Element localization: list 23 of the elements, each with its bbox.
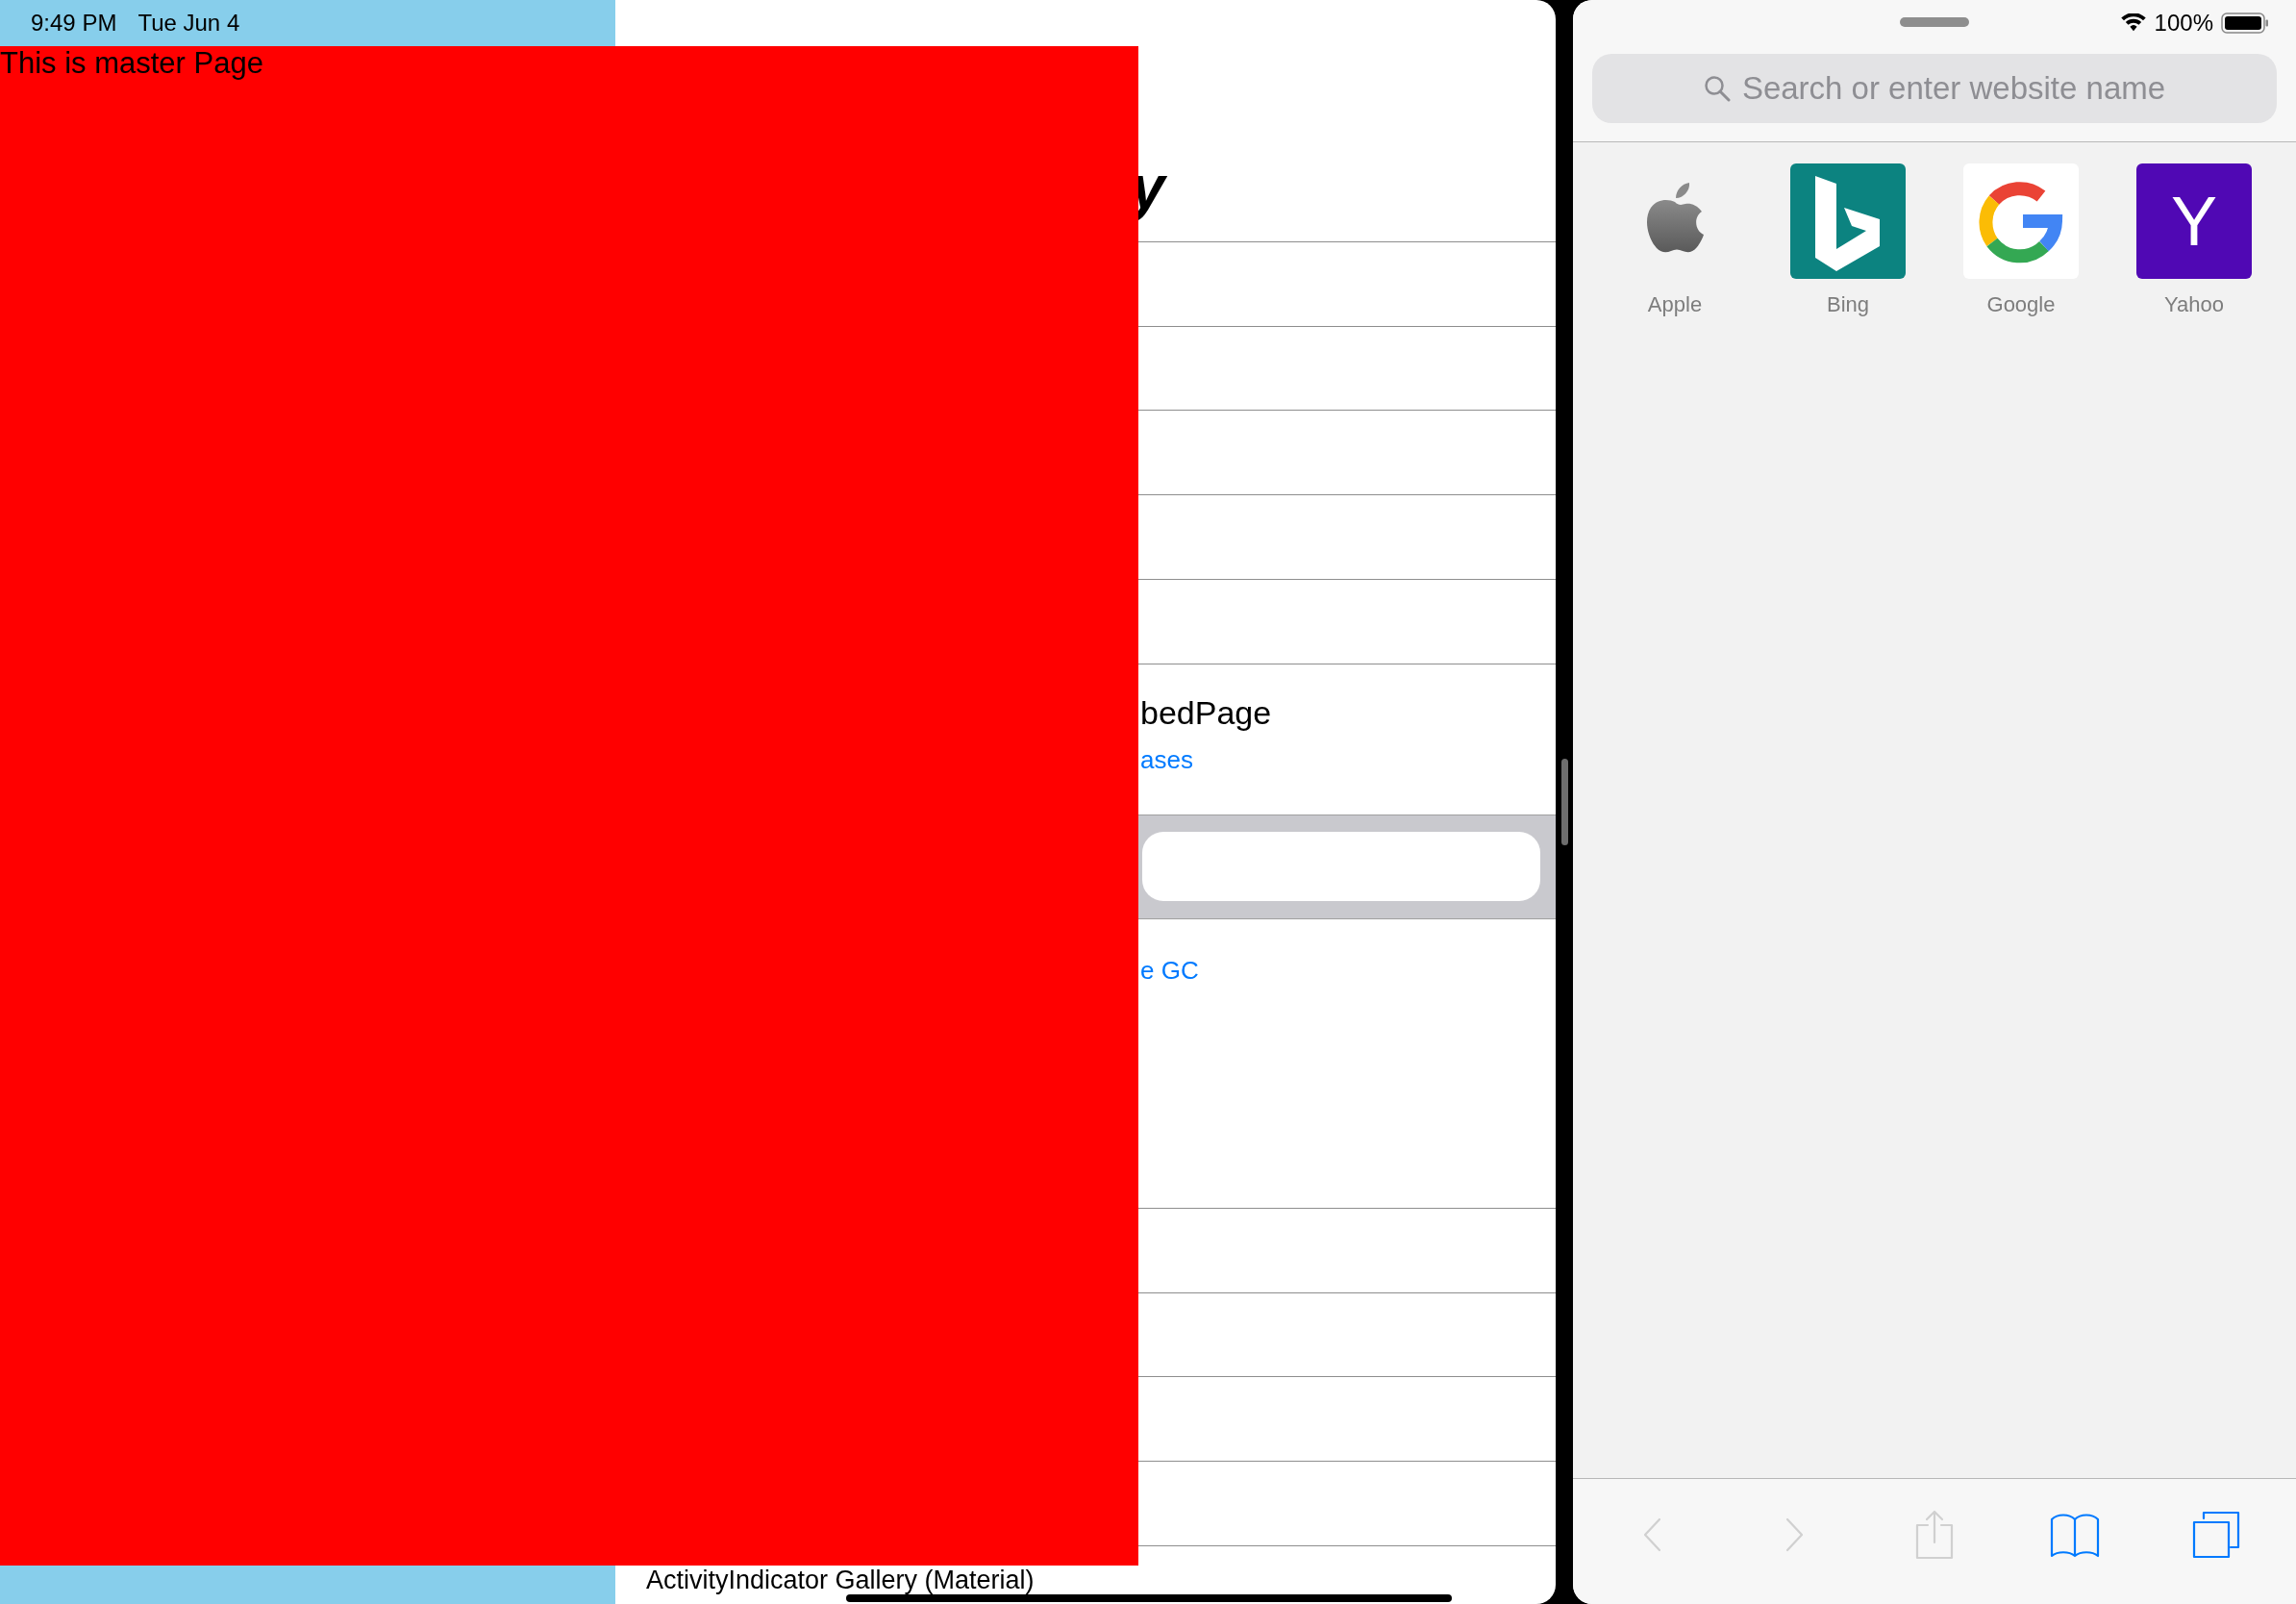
- status-time: 9:49 PM: [31, 9, 117, 38]
- favorite-label[interactable]: Apple: [1647, 288, 1703, 320]
- wifi-icon: [2119, 13, 2147, 33]
- divider-handle[interactable]: [1560, 759, 1568, 845]
- row-title: bedPage: [1140, 692, 1272, 732]
- tabs-icon[interactable]: [2191, 1511, 2240, 1559]
- favorite-label[interactable]: Bing: [1826, 288, 1869, 320]
- row-title: ActivityIndicator Gallery (Material): [646, 1566, 1035, 1595]
- status-date: Tue Jun 4: [137, 9, 240, 38]
- search-field[interactable]: [1142, 832, 1540, 902]
- search-icon: [1703, 75, 1731, 102]
- row-subtitle[interactable]: ases: [1140, 744, 1193, 774]
- favorite-label[interactable]: Google: [1986, 288, 2056, 320]
- logo-tile: Y: [2136, 163, 2252, 279]
- search-placeholder: Search or enter website name: [1741, 69, 2166, 109]
- battery-percentage: 100%: [2154, 9, 2213, 38]
- book-icon[interactable]: [2050, 1512, 2101, 1558]
- grabber[interactable]: [1900, 17, 1969, 27]
- row-link[interactable]: e GC: [1140, 956, 1199, 986]
- favorite-label[interactable]: Yahoo: [2164, 288, 2224, 320]
- battery-icon: [2221, 12, 2269, 35]
- master-label: This is master Page: [0, 46, 263, 81]
- address-field[interactable]: Search or enter website name: [1592, 54, 2277, 123]
